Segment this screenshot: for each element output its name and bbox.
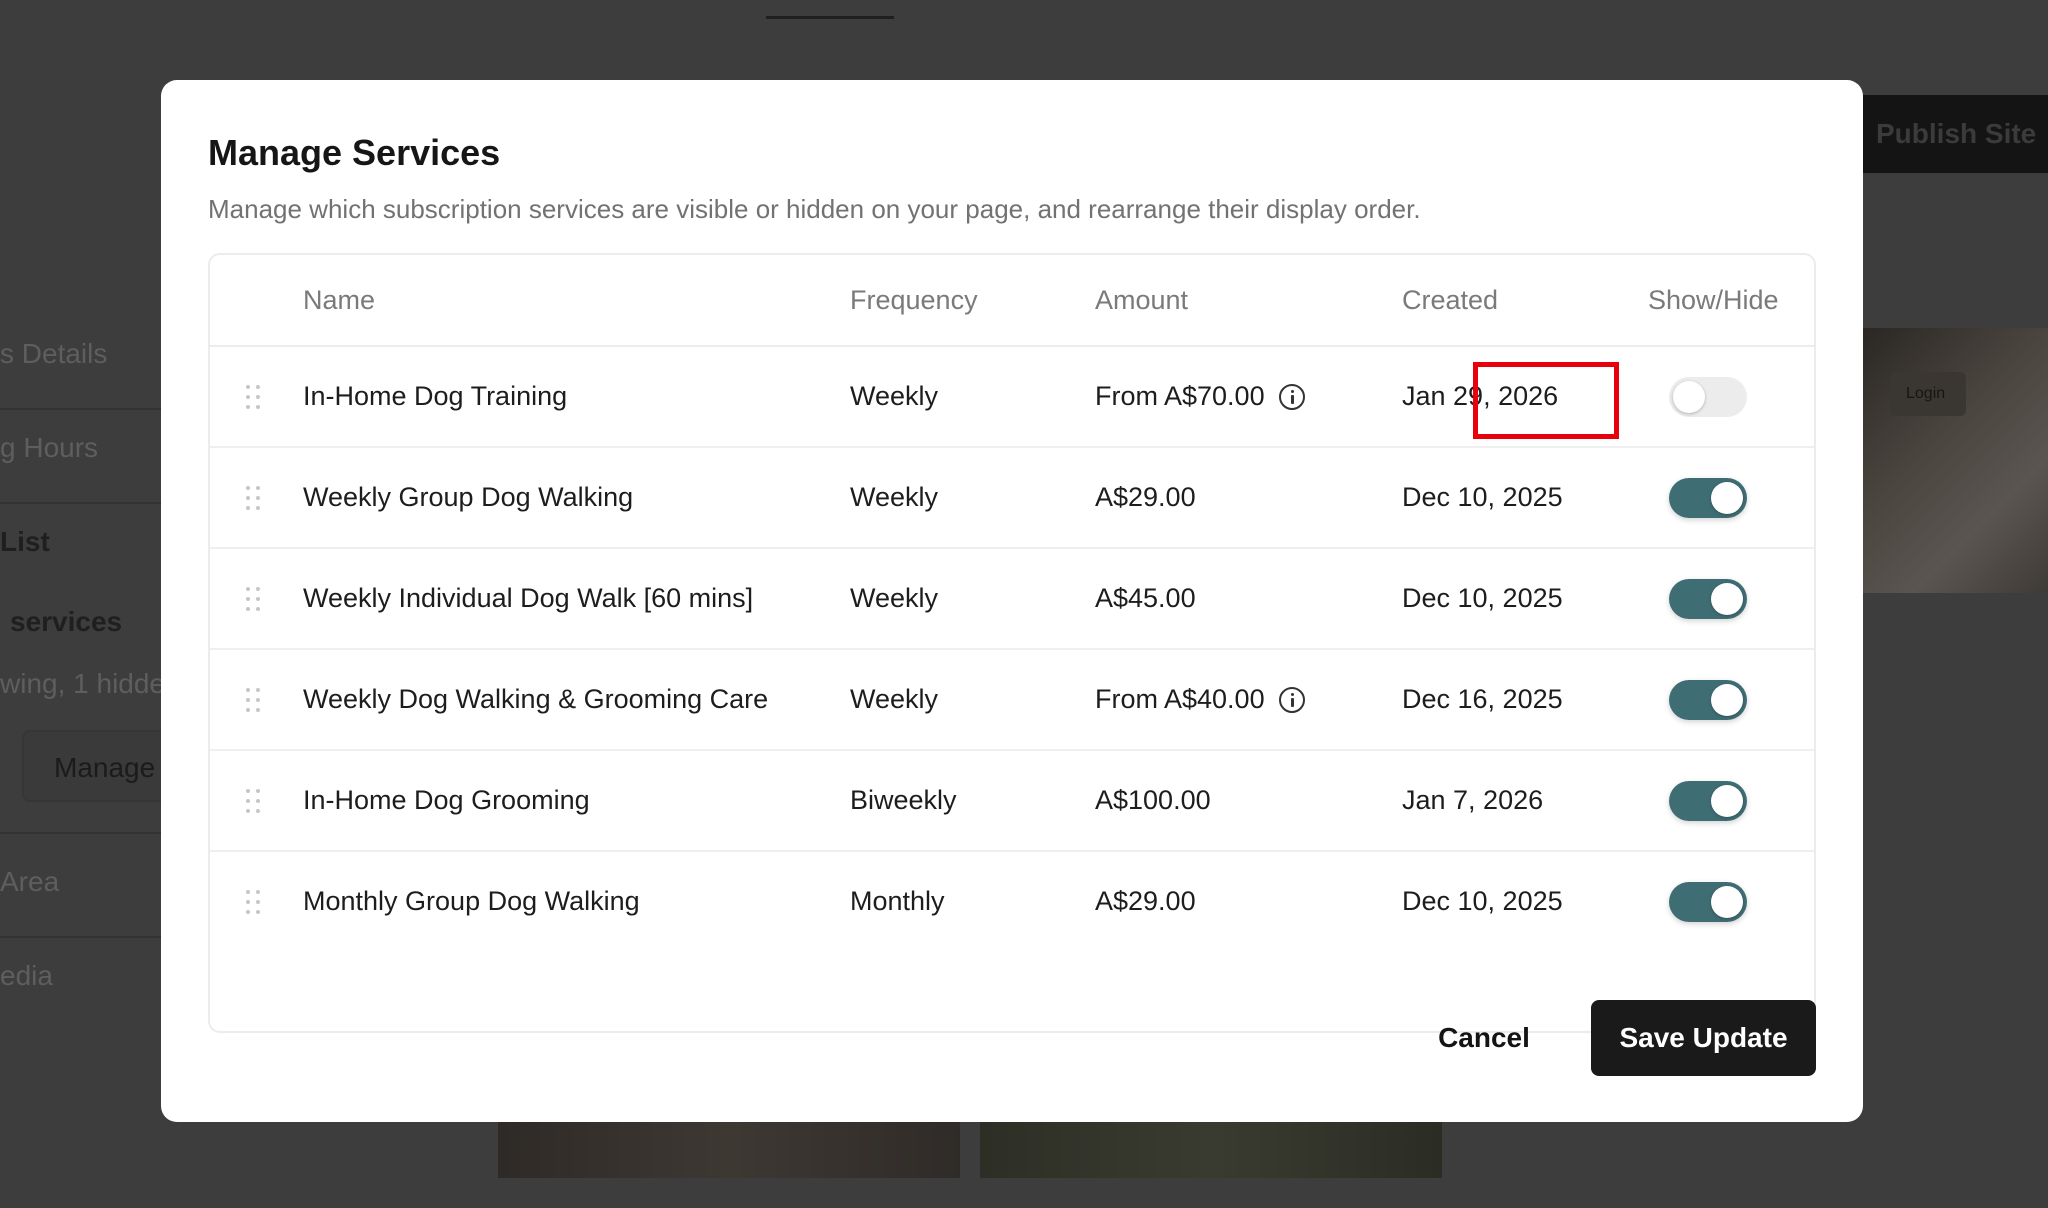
service-frequency: Weekly <box>850 381 939 411</box>
visibility-toggle[interactable] <box>1669 680 1747 720</box>
modal-description: Manage which subscription services are v… <box>208 194 1421 224</box>
service-created-date: Dec 10, 2025 <box>1402 886 1563 916</box>
drag-handle-icon[interactable] <box>246 789 260 813</box>
column-header-created: Created <box>1402 285 1499 315</box>
drag-handle-icon[interactable] <box>246 890 260 914</box>
visibility-toggle[interactable] <box>1669 478 1747 518</box>
table-header: Name Frequency Amount Created Show/Hide <box>210 255 1814 347</box>
service-amount: A$29.00 <box>1095 886 1196 916</box>
toggle-knob <box>1673 381 1705 413</box>
service-frequency: Weekly <box>850 583 939 613</box>
table-row: In-Home Dog Grooming Biweekly A$100.00 Jan … <box>210 751 1814 852</box>
sidebar-divider <box>0 502 162 504</box>
service-amount-cell: A$45.00 <box>1095 583 1196 614</box>
sidebar-divider <box>0 408 162 410</box>
column-header-frequency: Frequency <box>850 285 978 315</box>
background-hero-image <box>1862 328 2048 593</box>
background-service-photo <box>980 1122 1442 1178</box>
modal-title: Manage Services <box>208 132 501 173</box>
service-amount-cell: A$100.00 <box>1095 785 1211 816</box>
service-name: In-Home Dog Training <box>303 381 568 411</box>
service-amount: A$29.00 <box>1095 482 1196 512</box>
service-frequency: Biweekly <box>850 785 957 815</box>
table-row: Weekly Group Dog Walking Weekly A$29.00 Dec… <box>210 448 1814 549</box>
drag-handle-icon[interactable] <box>246 587 260 611</box>
service-amount: From A$70.00 <box>1095 381 1265 411</box>
sidebar-item-area: Area <box>0 866 60 897</box>
service-amount: A$100.00 <box>1095 785 1211 815</box>
service-created-date: Dec 16, 2025 <box>1402 684 1563 714</box>
service-name: In-Home Dog Grooming <box>303 785 590 815</box>
background-login-label: Login <box>1906 385 1946 402</box>
toggle-knob <box>1711 482 1743 514</box>
toggle-knob <box>1711 785 1743 817</box>
visibility-toggle[interactable] <box>1669 781 1747 821</box>
table-row: In-Home Dog Training Weekly From A$70.00 Ja… <box>210 347 1814 448</box>
service-created-date: Dec 10, 2025 <box>1402 482 1563 512</box>
sidebar-item-details: s Details <box>0 338 108 369</box>
save-update-button[interactable]: Save Update <box>1591 1000 1816 1076</box>
sidebar-services-heading: services <box>10 606 123 637</box>
column-header-amount: Amount <box>1095 285 1189 315</box>
background-manage-label: Manage <box>54 752 156 783</box>
manage-services-modal: Manage Services Manage which subscriptio… <box>161 80 1863 1122</box>
visibility-toggle[interactable] <box>1669 579 1747 619</box>
drag-handle-icon[interactable] <box>246 688 260 712</box>
table-row: Weekly Individual Dog Walk [60 mins] Week… <box>210 549 1814 650</box>
service-amount-cell: From A$40.00 <box>1095 684 1305 715</box>
background-service-photo <box>498 1122 960 1178</box>
service-amount-cell: A$29.00 <box>1095 886 1196 917</box>
column-header-showhide: Show/Hide <box>1648 285 1779 315</box>
info-icon[interactable] <box>1278 383 1305 410</box>
service-amount: A$45.00 <box>1095 583 1196 613</box>
service-amount-cell: A$29.00 <box>1095 482 1196 513</box>
service-amount-cell: From A$70.00 <box>1095 381 1305 412</box>
service-frequency: Weekly <box>850 482 939 512</box>
service-name: Monthly Group Dog Walking <box>303 886 640 916</box>
visibility-toggle[interactable] <box>1669 377 1747 417</box>
column-header-name: Name <box>303 285 376 315</box>
service-amount: From A$40.00 <box>1095 684 1265 714</box>
service-name: Weekly Individual Dog Walk [60 mins] <box>303 583 754 613</box>
info-icon[interactable] <box>1278 686 1305 713</box>
sidebar-services-summary: wing, 1 hidde <box>0 668 166 699</box>
service-name: Weekly Dog Walking & Grooming Care <box>303 684 769 714</box>
service-created-date: Jan 29, 2026 <box>1402 381 1559 411</box>
visibility-toggle[interactable] <box>1669 882 1747 922</box>
background-publish-label: Publish Site <box>1876 118 2037 149</box>
toggle-knob <box>1711 583 1743 615</box>
drag-handle-icon[interactable] <box>246 385 260 409</box>
service-frequency: Monthly <box>850 886 945 916</box>
sidebar-item-hours: g Hours <box>0 432 99 463</box>
sidebar-item-list: List <box>0 526 50 557</box>
toggle-knob <box>1711 886 1743 918</box>
service-frequency: Weekly <box>850 684 939 714</box>
table-row: Weekly Dog Walking & Grooming Care Weekly… <box>210 650 1814 751</box>
sidebar-divider <box>0 832 162 834</box>
service-created-date: Jan 7, 2026 <box>1402 785 1544 815</box>
cancel-button[interactable]: Cancel <box>1414 1000 1554 1076</box>
sidebar-divider <box>0 936 162 938</box>
table-row: Monthly Group Dog Walking Monthly A$29.00 D… <box>210 852 1814 953</box>
active-tab-indicator <box>766 16 894 19</box>
service-name: Weekly Group Dog Walking <box>303 482 634 512</box>
service-created-date: Dec 10, 2025 <box>1402 583 1563 613</box>
drag-handle-icon[interactable] <box>246 486 260 510</box>
services-table: Name Frequency Amount Created Show/Hide … <box>208 253 1816 1033</box>
sidebar-item-media: edia <box>0 960 53 991</box>
toggle-knob <box>1711 684 1743 716</box>
